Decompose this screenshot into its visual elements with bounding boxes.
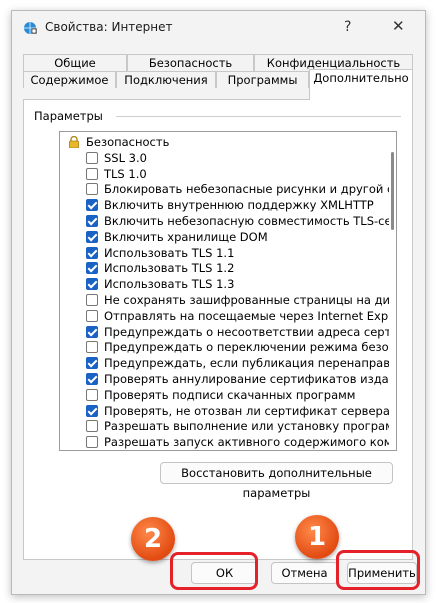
- checkbox[interactable]: [86, 420, 98, 433]
- ok-highlight-frame: [170, 552, 258, 590]
- list-item[interactable]: Использовать TLS 1.3: [60, 276, 390, 292]
- checkbox[interactable]: [86, 230, 98, 243]
- list-item[interactable]: Проверять аннулирование сертификатов изд…: [60, 371, 390, 387]
- step-badge-1: 1: [295, 515, 339, 559]
- checkbox[interactable]: [86, 262, 98, 275]
- list-item-label: Проверять подписи скачанных программ: [104, 387, 356, 402]
- checkbox[interactable]: [86, 278, 98, 291]
- list-item[interactable]: SSL 3.0: [60, 150, 390, 166]
- list-item-label: Предупреждать о переключении режима безо…: [104, 340, 390, 355]
- list-item[interactable]: Проверять подписи скачанных программ: [60, 387, 390, 403]
- list-item-label: Предупреждать о несоответствии адреса се…: [104, 324, 390, 339]
- tab-programs[interactable]: Программы: [216, 71, 309, 88]
- checkbox[interactable]: [86, 388, 98, 401]
- list-item-label: Использовать TLS 1.3: [104, 277, 235, 292]
- tab-connections[interactable]: Подключения: [116, 71, 216, 88]
- restore-defaults-button[interactable]: Восстановить дополнительные параметры: [160, 462, 393, 500]
- list-item-label: Разрешать запуск активного содержимого к…: [104, 435, 390, 450]
- list-item-label: Блокировать небезопасные рисунки и друго…: [104, 182, 390, 197]
- list-item-label: Не сохранять зашифрованные страницы на д…: [104, 293, 390, 307]
- list-item[interactable]: TLS 1.0: [60, 166, 390, 182]
- tab-advanced[interactable]: Дополнительно: [309, 69, 413, 100]
- group-divider: [116, 116, 401, 117]
- list-item[interactable]: Использовать TLS 1.2: [60, 260, 390, 276]
- category-label: Безопасность: [86, 135, 170, 149]
- checkbox[interactable]: [86, 183, 98, 196]
- cancel-button[interactable]: Отмена: [271, 562, 338, 584]
- list-item[interactable]: Предупреждать о несоответствии адреса се…: [60, 324, 390, 340]
- title-bar[interactable]: Свойства: Интернет ? ✕: [12, 11, 425, 45]
- lock-icon: [69, 136, 79, 148]
- checkbox[interactable]: [86, 404, 98, 417]
- tab-security[interactable]: Безопасность: [127, 54, 254, 71]
- list-item[interactable]: Не сохранять зашифрованные страницы на д…: [60, 292, 390, 308]
- checkbox[interactable]: [86, 357, 98, 370]
- tab-general[interactable]: Общие: [23, 54, 127, 71]
- close-button[interactable]: ✕: [392, 17, 405, 35]
- list-item-label: Проверять, не отозван ли сертификат серв…: [104, 403, 390, 418]
- help-button[interactable]: ?: [344, 19, 351, 35]
- list-item-label: Разрешать выполнение или установку прогр…: [104, 419, 390, 434]
- list-item-label: TLS 1.0: [104, 166, 147, 181]
- checkbox[interactable]: [86, 294, 98, 306]
- internet-options-icon: [24, 22, 37, 34]
- list-category-security: Безопасность: [60, 134, 390, 150]
- checkbox[interactable]: [86, 373, 98, 385]
- list-item-label: Использовать TLS 1.2: [104, 261, 235, 276]
- list-item[interactable]: Включить хранилище DOM: [60, 229, 390, 245]
- checkbox[interactable]: [86, 215, 98, 227]
- list-item-label: Включить внутреннюю поддержку XMLHTTP: [104, 198, 374, 213]
- list-scrollbar-thumb[interactable]: [391, 152, 394, 230]
- list-item-label: Проверять аннулирование сертификатов изд…: [104, 372, 390, 386]
- list-item[interactable]: Предупреждать, если публикация перенапра…: [60, 355, 390, 371]
- internet-properties-window: Свойства: Интернет ? ✕ Общие Безопасност…: [11, 10, 426, 595]
- checkbox[interactable]: [86, 309, 98, 322]
- list-item[interactable]: Проверять, не отозван ли сертификат серв…: [60, 403, 390, 419]
- list-item[interactable]: Предупреждать о переключении режима безо…: [60, 339, 390, 355]
- list-item-label: Включить небезопасную совместимость TLS-…: [104, 214, 390, 228]
- apply-highlight-frame: [336, 550, 420, 590]
- list-item[interactable]: Использовать TLS 1.1: [60, 245, 390, 261]
- checkbox[interactable]: [86, 199, 98, 212]
- settings-tree-list[interactable]: Безопасность SSL 3.0 TLS 1.0 Блокировать н…: [59, 131, 397, 451]
- parameters-group-label: Параметры: [34, 109, 107, 123]
- checkbox[interactable]: [86, 436, 98, 449]
- list-item-label: SSL 3.0: [104, 150, 147, 165]
- list-item[interactable]: Включить небезопасную совместимость TLS-…: [60, 213, 390, 229]
- checkbox[interactable]: [86, 246, 98, 259]
- checkbox[interactable]: [86, 151, 98, 164]
- list-item-label: Включить хранилище DOM: [104, 229, 268, 244]
- list-item-label: Отправлять на посещаемые через Internet …: [104, 308, 390, 323]
- list-item[interactable]: Включить внутреннюю поддержку XMLHTTP: [60, 197, 390, 213]
- checkbox[interactable]: [86, 167, 98, 180]
- checkbox[interactable]: [86, 341, 98, 354]
- list-item[interactable]: Разрешать запуск активного содержимого к…: [60, 434, 390, 450]
- list-item[interactable]: Блокировать небезопасные рисунки и друго…: [60, 181, 390, 197]
- list-item-label: Использовать TLS 1.1: [104, 245, 235, 260]
- step-badge-2: 2: [131, 517, 175, 561]
- list-item-label: Предупреждать, если публикация перенапра…: [104, 356, 390, 371]
- tab-content[interactable]: Содержимое: [23, 71, 116, 88]
- list-item[interactable]: Отправлять на посещаемые через Internet …: [60, 308, 390, 324]
- checkbox[interactable]: [86, 325, 98, 338]
- list-item[interactable]: Разрешать выполнение или установку прогр…: [60, 418, 390, 434]
- window-title: Свойства: Интернет: [45, 20, 173, 34]
